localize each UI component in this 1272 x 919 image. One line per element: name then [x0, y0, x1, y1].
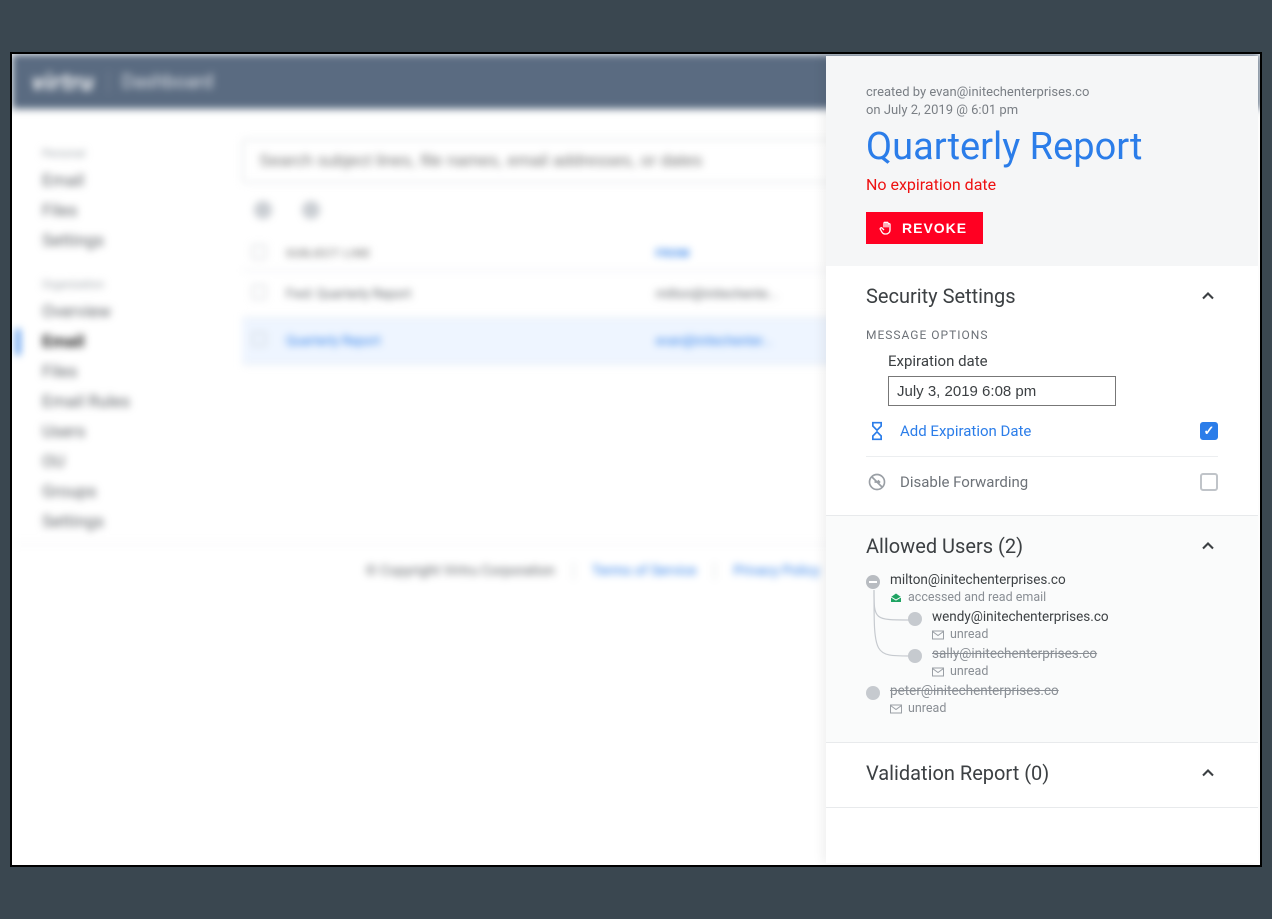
disable-forwarding-label: Disable Forwarding: [900, 473, 1028, 491]
toolbar-icon-1[interactable]: [254, 201, 272, 219]
sidebar-item-personal-settings[interactable]: Settings: [42, 226, 224, 256]
sidebar-item-files[interactable]: Files: [42, 357, 224, 387]
revoke-label: REVOKE: [902, 220, 967, 236]
revoke-button[interactable]: REVOKE: [866, 212, 983, 244]
user-status: unread: [908, 701, 946, 716]
mail-icon: [890, 704, 902, 714]
validation-report-title: Validation Report (0): [866, 761, 1049, 785]
allowed-user-row[interactable]: wendy@initechenterprises.co unread: [908, 609, 1218, 642]
allowed-user-row[interactable]: milton@initechenterprises.co accessed an…: [866, 572, 1218, 605]
user-email: sally@initechenterprises.co: [932, 646, 1218, 662]
row-checkbox[interactable]: [252, 332, 266, 346]
sidebar-item-email[interactable]: Email: [42, 327, 224, 357]
no-expiration-label: No expiration date: [866, 175, 1218, 194]
mail-icon: [932, 630, 944, 640]
sidebar-item-users[interactable]: Users: [42, 417, 224, 447]
tree-connector: [872, 590, 912, 670]
sidebar-item-email-rules[interactable]: Email Rules: [42, 387, 224, 417]
col-subject[interactable]: SUBJECT LINE: [276, 237, 646, 271]
sidebar-item-personal-files[interactable]: Files: [42, 196, 224, 226]
sidebar-item-settings[interactable]: Settings: [42, 507, 224, 537]
user-status: unread: [950, 627, 988, 642]
user-email: milton@initechenterprises.co: [890, 572, 1218, 588]
sidebar: Personal Email Files Settings Organizati…: [12, 109, 242, 597]
chevron-up-icon: [1198, 763, 1218, 783]
allowed-users-section: Allowed Users (2) milton@initechenterpri…: [826, 516, 1258, 743]
chevron-up-icon: [1198, 536, 1218, 556]
chevron-up-icon: [1198, 286, 1218, 306]
disable-forwarding-checkbox[interactable]: [1200, 473, 1218, 491]
add-expiration-checkbox[interactable]: ✓: [1200, 422, 1218, 440]
sidebar-group-org: Organization: [42, 278, 224, 291]
sidebar-item-personal-email[interactable]: Email: [42, 166, 224, 196]
created-by-email: evan@initechenterprises.co: [929, 85, 1089, 100]
security-settings-toggle[interactable]: Security Settings: [866, 284, 1218, 308]
sidebar-group-personal: Personal: [42, 147, 224, 160]
allowed-user-row[interactable]: peter@initechenterprises.co unread: [866, 683, 1218, 716]
sidebar-item-groups[interactable]: Groups: [42, 477, 224, 507]
detail-header: created by evan@initechenterprises.co on…: [826, 56, 1258, 266]
allowed-users-title: Allowed Users (2): [866, 534, 1023, 558]
hand-stop-icon: [878, 220, 894, 236]
sidebar-item-features[interactable]: Features: [42, 537, 224, 567]
allowed-user-row[interactable]: sally@initechenterprises.co unread: [908, 646, 1218, 679]
detail-title: Quarterly Report: [866, 125, 1218, 169]
footer-tos[interactable]: Terms of Service: [592, 563, 697, 579]
allowed-users-list: milton@initechenterprises.co accessed an…: [866, 572, 1218, 716]
user-dot-icon: [866, 686, 880, 700]
message-options-label: MESSAGE OPTIONS: [866, 328, 1218, 342]
user-status: unread: [950, 664, 988, 679]
security-settings-title: Security Settings: [866, 284, 1016, 308]
toolbar-icon-2[interactable]: [302, 201, 320, 219]
row-subject: Quarterly Report: [276, 318, 646, 365]
validation-report-toggle[interactable]: Validation Report (0): [866, 761, 1218, 785]
user-status: accessed and read email: [908, 590, 1046, 605]
remove-user-icon[interactable]: [866, 575, 880, 589]
sidebar-item-overview[interactable]: Overview: [42, 297, 224, 327]
page-title: Dashboard: [121, 70, 213, 93]
user-email: wendy@initechenterprises.co: [932, 609, 1218, 625]
sidebar-item-plan-billing[interactable]: Plan & Billing: [42, 567, 224, 597]
security-settings-section: Security Settings MESSAGE OPTIONS Expira…: [826, 266, 1258, 516]
expiration-date-label: Expiration date: [888, 352, 1218, 370]
validation-report-section: Validation Report (0): [826, 743, 1258, 808]
created-on: on July 2, 2019 @ 6:01 pm: [866, 103, 1018, 118]
sidebar-item-ou[interactable]: OU: [42, 447, 224, 477]
expiration-date-input[interactable]: [888, 376, 1116, 406]
add-expiration-link[interactable]: Add Expiration Date: [900, 422, 1031, 440]
row-subject: Fwd: Quarterly Report: [276, 271, 646, 318]
allowed-users-toggle[interactable]: Allowed Users (2): [866, 534, 1218, 558]
no-forward-icon: [866, 471, 888, 493]
footer-privacy[interactable]: Privacy Policy: [733, 563, 819, 579]
select-all-checkbox[interactable]: [252, 245, 266, 259]
mail-icon: [932, 667, 944, 677]
hourglass-icon: [866, 420, 888, 442]
brand-logo: virtru: [32, 68, 94, 96]
user-email: peter@initechenterprises.co: [890, 683, 1218, 699]
row-checkbox[interactable]: [252, 285, 266, 299]
footer-copyright: © Copyright Virtru Corporation: [366, 563, 555, 579]
detail-panel: created by evan@initechenterprises.co on…: [826, 56, 1258, 863]
brand-divider: [108, 71, 109, 93]
created-by-label: created by: [866, 85, 929, 100]
